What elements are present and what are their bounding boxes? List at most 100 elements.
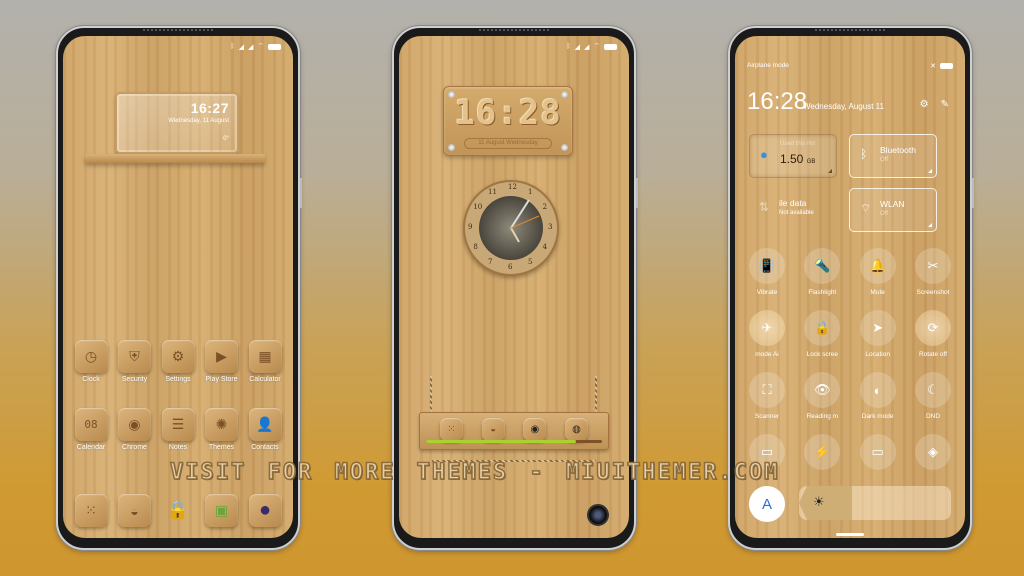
location-icon: ➤: [859, 310, 896, 346]
app-themes[interactable]: ✺ Themes: [202, 408, 242, 451]
edit-icon[interactable]: ✎: [941, 99, 949, 110]
lock-icon: 🔒: [166, 500, 190, 520]
brightness-fill: [799, 486, 853, 520]
settings-icon[interactable]: ⚙: [920, 99, 929, 110]
toggle-flashlight[interactable]: 🔦 Flashlight: [796, 248, 848, 296]
bell-icon: 🔔: [859, 248, 896, 284]
app-play-store[interactable]: ▶ Play Store: [202, 340, 242, 383]
toggle-label: Scanner: [754, 413, 780, 420]
app-label: Contacts: [251, 444, 279, 451]
dialer-icon[interactable]: ⁙: [440, 418, 463, 441]
scanner-icon: ⛶: [749, 372, 785, 408]
dock-camera[interactable]: ●: [245, 494, 285, 527]
clock-hands: [510, 199, 540, 243]
toggle-lock-screen[interactable]: 🔒 Lock scree: [796, 310, 848, 358]
progress-fill: [426, 440, 576, 443]
toggle-rotate[interactable]: ⟳ Rotate off: [907, 310, 959, 358]
data-usage-title: Used this mo: [780, 141, 816, 147]
expand-corner-icon: [928, 223, 932, 227]
app-label: Chrome: [122, 444, 147, 451]
analog-clock: 12 1 2 3 4 5 6 7 8 9 10 11: [463, 180, 559, 276]
app-calculator[interactable]: ▦ Calculator: [245, 340, 285, 383]
camera-icon: ●: [248, 494, 282, 527]
app-label: Play Store: [205, 376, 238, 383]
app-clock[interactable]: ◷ Clock: [71, 340, 111, 383]
expand-corner-icon: [928, 169, 932, 173]
play-icon: ▶: [205, 340, 238, 373]
home-indicator[interactable]: [836, 533, 864, 536]
dock-messages[interactable]: ◒: [115, 494, 155, 527]
brightness-slider[interactable]: ☀: [799, 486, 951, 520]
toggle-label: Reading m: [806, 413, 839, 420]
cast-screen-icon: ▭: [859, 434, 896, 470]
toggle-dnd[interactable]: ☾ DND: [907, 372, 959, 420]
battery-icon: [604, 43, 617, 50]
toggle-scanner[interactable]: ⛶ Scanner: [741, 372, 793, 420]
data-usage-tile[interactable]: ● Used this mo 1.50 GB: [749, 134, 837, 178]
app-calendar[interactable]: 08 Calendar: [71, 408, 111, 451]
app-chrome[interactable]: ◉ Chrome: [115, 408, 155, 451]
app-grid-row-1: ◷ Clock ⛨ Security ⚙ Settings ▶ Play Store ▦…: [71, 340, 285, 383]
toggle-label: Location: [865, 351, 890, 358]
vibrate-icon: 📳: [749, 248, 785, 284]
app-security[interactable]: ⛨ Security: [115, 340, 155, 383]
wifi-icon: ⌔: [593, 43, 600, 50]
signal-icon-2: ◢: [584, 43, 590, 51]
toggle-airplane-mode[interactable]: ✈ mode Ai: [741, 310, 793, 358]
toggle-dark-mode[interactable]: ◐ Dark mode: [852, 372, 904, 420]
gallery-icon: ▣: [205, 494, 238, 527]
camera-icon[interactable]: ◍: [564, 418, 588, 441]
toggle-screenshot[interactable]: ✂ Screenshot: [907, 248, 959, 296]
bluetooth-tile[interactable]: ᛒ Bluetooth Off: [849, 134, 937, 178]
data-usage-value: 1.50 GB: [780, 152, 815, 166]
signal-icon-2: ◢: [248, 43, 254, 51]
widget-time: 16:27: [190, 100, 229, 116]
mobile-data-tile[interactable]: ⇅ ile data Not available: [749, 188, 837, 232]
messages-icon[interactable]: ◒: [481, 418, 505, 441]
music-icon[interactable]: ◉: [523, 418, 547, 441]
toggles-row-1: 📳 Vibrate 🔦 Flashlight 🔔 Mute ✂ Screenshot: [741, 248, 959, 296]
bluetooth-icon: ᛒ: [860, 147, 868, 161]
clock-icon: ◷: [74, 340, 108, 373]
dock-phone[interactable]: ⁙: [71, 494, 111, 527]
screenshot-icon: ✂: [914, 248, 951, 284]
app-settings[interactable]: ⚙ Settings: [158, 340, 198, 383]
phone-dialer-icon: ⁙: [74, 494, 108, 527]
toggle-reading-mode[interactable]: 👁 Reading m: [796, 372, 848, 420]
widget-temperature: 0°: [223, 136, 229, 142]
status-text: Airplane mode: [747, 62, 789, 69]
toggles-row-2: ✈ mode Ai 🔒 Lock scree ➤ Location ⟳ Rotate o…: [741, 310, 959, 358]
app-label: Notes: [168, 444, 188, 451]
wifi-icon: ⌔: [257, 43, 264, 50]
dock-gallery[interactable]: ▣: [202, 494, 242, 527]
status-bar: ᛒ ◢ ◢ ⌔: [566, 42, 617, 51]
lock-shortcut-shelf: ⁙ ◒ ◉ ◍: [419, 412, 609, 450]
chrome-icon: ◉: [118, 408, 151, 441]
wlan-tile[interactable]: ⌔ WLAN Off: [849, 188, 937, 232]
lock-icon: 🔒: [804, 310, 841, 346]
shield-icon: ⛨: [118, 340, 151, 373]
toggle-label: Mute: [870, 289, 885, 296]
toggle-vibrate[interactable]: 📳 Vibrate: [741, 248, 793, 296]
app-notes[interactable]: ☰ Notes: [158, 408, 198, 451]
messages-icon: ◒: [118, 494, 151, 527]
toggle-nearby[interactable]: ◈: [907, 434, 959, 470]
toggle-label: Lock scree: [806, 351, 839, 358]
auto-brightness-button[interactable]: A: [749, 486, 785, 522]
cc-time: 16:28: [747, 88, 808, 115]
cc-date: Wednesday, August 11: [803, 102, 884, 111]
sun-icon: ☀: [813, 494, 825, 509]
toggle-location[interactable]: ➤ Location: [852, 310, 904, 358]
toggle-label: Screenshot: [916, 289, 950, 296]
toggle-mute[interactable]: 🔔 Mute: [852, 248, 904, 296]
toggle-label: Rotate off: [918, 351, 948, 358]
screw-icon: [561, 144, 568, 151]
airplane-status-icon: ✕: [930, 63, 936, 70]
expand-corner-icon: [828, 169, 832, 173]
camera-shortcut-icon[interactable]: [587, 504, 609, 526]
clock-weather-widget[interactable]: 16:27 Wednesday, 11 August 0°: [115, 92, 239, 154]
toggle-label: mode Ai: [755, 351, 779, 358]
app-contacts[interactable]: 👤 Contacts: [245, 408, 285, 451]
data-unit: GB: [806, 159, 816, 165]
dock-lock[interactable]: 🔒: [158, 494, 198, 527]
